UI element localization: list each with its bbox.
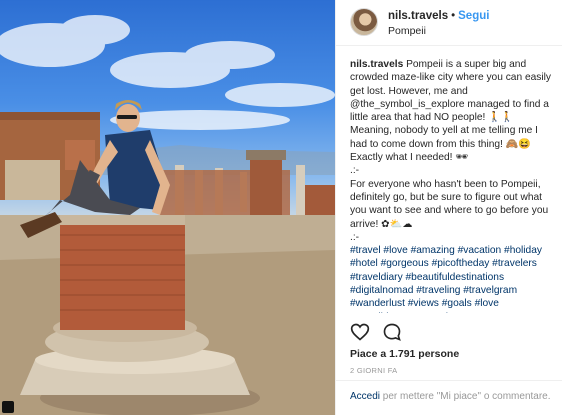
post-sidebar: nils.travels • Segui Pompeii nils.travels … [335,0,562,415]
post-photo[interactable] [0,0,335,415]
caption-separator-1: .:- [350,165,360,177]
pompeii-scene [0,15,335,415]
caption-username-link[interactable]: nils.travels [350,59,403,70]
hashtag-list[interactable]: #travel #love #amazing #vacation #holida… [350,244,555,313]
follow-button[interactable]: Segui [458,10,489,22]
caption-separator-2: .:- [350,231,360,243]
divider [336,380,562,381]
user-tag-icon[interactable] [2,401,14,413]
likes-count[interactable]: Piace a 1.791 persone [350,348,459,360]
caption-area: nils.travels Pompeii is a super big and … [350,58,555,313]
comment-icon[interactable] [382,322,402,342]
login-prompt: Accedi per mettere "Mi piace" o commenta… [350,391,555,403]
caption-text-2: For everyone who hasn't been to Pompeii,… [350,178,549,230]
login-link[interactable]: Accedi [350,391,380,402]
post-header: nils.travels • Segui Pompeii [336,0,562,46]
header-user-line: nils.travels • Segui [388,10,489,22]
username-link[interactable]: nils.travels [388,10,448,22]
post-timestamp: 2 GIORNI FA [350,366,398,375]
post-actions [350,322,550,342]
login-prompt-text: per mettere "Mi piace" o commentare. [380,391,551,402]
avatar[interactable] [350,8,378,36]
caption-text-1: Pompeii is a super big and crowded maze-… [350,59,552,164]
location-link[interactable]: Pompeii [388,25,426,37]
heart-icon[interactable] [350,322,370,342]
caption-paragraph: nils.travels Pompeii is a super big and … [350,58,555,164]
separator-dot: • [451,10,456,22]
